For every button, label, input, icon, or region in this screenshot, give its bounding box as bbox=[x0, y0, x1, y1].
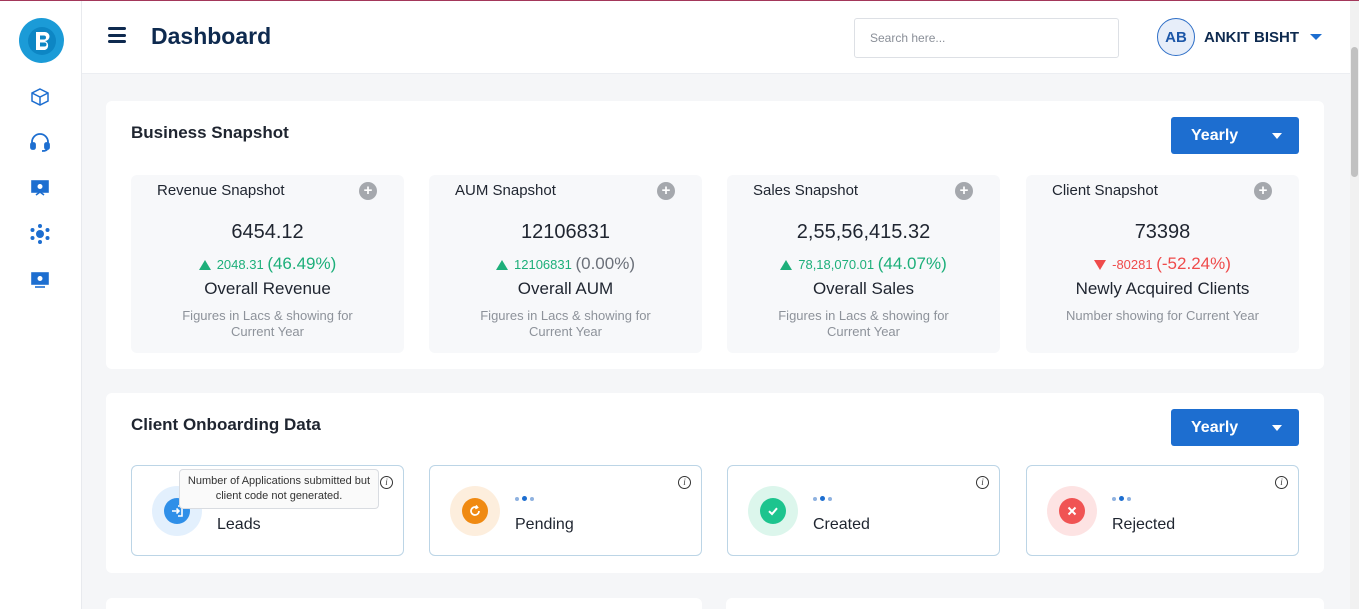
card-value: 6454.12 bbox=[231, 221, 304, 243]
brand-logo[interactable] bbox=[19, 18, 64, 63]
user-menu-chevron-icon[interactable] bbox=[1310, 34, 1322, 40]
arrow-up-icon bbox=[780, 260, 793, 270]
business-snapshot-panel: Business Snapshot Yearly Revenue Snapsho… bbox=[106, 101, 1324, 369]
plus-icon[interactable]: + bbox=[1254, 182, 1272, 200]
arrow-down-icon bbox=[1094, 260, 1107, 270]
plus-icon[interactable]: + bbox=[359, 182, 377, 200]
card-change: 12106831 (0.00%) bbox=[429, 254, 702, 274]
top-bar: Dashboard AB ANKIT BISHT bbox=[82, 1, 1350, 74]
sales-snapshot-card: Sales Snapshot + 2,55,56,415.32 78,18,07… bbox=[727, 175, 1000, 353]
tooltip: Number of Applications submitted but cli… bbox=[179, 469, 379, 509]
avatar[interactable]: AB bbox=[1157, 18, 1195, 56]
client-snapshot-card: Client Snapshot + 73398 -80281 (-52.24%)… bbox=[1026, 175, 1299, 353]
card-label: Rejected bbox=[1112, 516, 1176, 533]
menu-toggle-icon[interactable] bbox=[108, 27, 126, 43]
caret-down-icon bbox=[1272, 133, 1282, 139]
card-title: Sales Snapshot bbox=[753, 182, 859, 199]
loading-dots bbox=[813, 496, 832, 501]
user-name[interactable]: ANKIT BISHT bbox=[1204, 29, 1299, 46]
card-title: AUM Snapshot bbox=[455, 182, 556, 199]
pending-card[interactable]: Pending i bbox=[429, 465, 702, 556]
period-dropdown[interactable]: Yearly bbox=[1171, 117, 1299, 154]
created-card[interactable]: Created i bbox=[727, 465, 1000, 556]
change-percent: (0.00%) bbox=[575, 254, 635, 273]
client-onboarding-panel: Client Onboarding Data Yearly Leads i Nu… bbox=[106, 393, 1324, 573]
card-label: Newly Acquired Clients bbox=[1075, 279, 1250, 298]
change-percent: (-52.24%) bbox=[1156, 254, 1231, 273]
card-change: 78,18,070.01 (44.07%) bbox=[727, 254, 1000, 274]
refresh-icon bbox=[462, 498, 488, 524]
cube-icon[interactable] bbox=[29, 86, 51, 108]
card-change: 2048.31 (46.49%) bbox=[131, 254, 404, 274]
change-percent: (44.07%) bbox=[877, 254, 947, 273]
leads-card[interactable]: Leads i Number of Applications submitted… bbox=[131, 465, 404, 556]
search-input[interactable] bbox=[854, 18, 1119, 58]
card-label: Created bbox=[813, 516, 870, 533]
aum-snapshot-card: AUM Snapshot + 12106831 12106831 (0.00%)… bbox=[429, 175, 702, 353]
presentation-icon[interactable] bbox=[29, 177, 51, 199]
card-note: Figures in Lacs & showing for Current Ye… bbox=[480, 308, 651, 339]
caret-down-icon bbox=[1272, 425, 1282, 431]
scrollbar[interactable] bbox=[1350, 1, 1359, 609]
section-title: Business Snapshot bbox=[131, 123, 289, 142]
card-value: 2,55,56,415.32 bbox=[796, 221, 931, 243]
change-amount: 78,18,070.01 bbox=[798, 257, 875, 272]
logo-mark-icon bbox=[27, 26, 56, 55]
card-title: Client Snapshot bbox=[1052, 182, 1158, 199]
card-label: Overall AUM bbox=[517, 279, 614, 298]
card-note: Number showing for Current Year bbox=[1066, 308, 1259, 323]
monitor-icon[interactable] bbox=[29, 269, 51, 291]
card-title: Revenue Snapshot bbox=[157, 182, 285, 199]
period-dropdown[interactable]: Yearly bbox=[1171, 409, 1299, 446]
created-icon-circle bbox=[748, 486, 798, 536]
check-icon bbox=[760, 498, 786, 524]
plus-icon[interactable]: + bbox=[955, 182, 973, 200]
bottom-panel-right bbox=[726, 598, 1324, 609]
card-value: 12106831 bbox=[521, 221, 610, 243]
rejected-card[interactable]: Rejected i bbox=[1026, 465, 1299, 556]
arrow-up-icon bbox=[198, 260, 211, 270]
loading-dots bbox=[1112, 496, 1131, 501]
card-label: Overall Sales bbox=[812, 279, 915, 298]
card-value: 73398 bbox=[1134, 221, 1191, 243]
change-amount: 12106831 bbox=[514, 257, 572, 272]
change-percent: (46.49%) bbox=[267, 254, 337, 273]
info-icon[interactable]: i bbox=[976, 476, 989, 489]
period-dropdown-label: Yearly bbox=[1191, 418, 1239, 436]
card-change: -80281 (-52.24%) bbox=[1026, 254, 1299, 274]
card-label: Overall Revenue bbox=[204, 279, 331, 298]
change-amount: 2048.31 bbox=[216, 257, 264, 272]
arrow-up-icon bbox=[496, 260, 508, 270]
rejected-icon-circle bbox=[1047, 486, 1097, 536]
headset-icon[interactable] bbox=[29, 131, 51, 153]
info-icon[interactable]: i bbox=[1275, 476, 1288, 489]
card-label: Leads bbox=[217, 516, 261, 533]
info-icon[interactable]: i bbox=[380, 476, 393, 489]
pending-icon-circle bbox=[450, 486, 500, 536]
card-label: Pending bbox=[515, 516, 574, 533]
section-title: Client Onboarding Data bbox=[131, 415, 321, 434]
revenue-snapshot-card: Revenue Snapshot + 6454.12 2048.31 (46.4… bbox=[131, 175, 404, 353]
change-amount: -80281 bbox=[1112, 257, 1153, 272]
card-note: Figures in Lacs & showing for Current Ye… bbox=[778, 308, 949, 339]
close-icon bbox=[1059, 498, 1085, 524]
network-icon[interactable] bbox=[29, 223, 51, 245]
period-dropdown-label: Yearly bbox=[1191, 126, 1239, 144]
scrollbar-thumb[interactable] bbox=[1351, 47, 1358, 177]
sidebar bbox=[0, 1, 82, 609]
loading-dots bbox=[515, 496, 534, 501]
bottom-panel-left bbox=[106, 598, 702, 609]
page-title: Dashboard bbox=[151, 23, 272, 49]
card-note: Figures in Lacs & showing for Current Ye… bbox=[182, 308, 353, 339]
info-icon[interactable]: i bbox=[678, 476, 691, 489]
plus-icon[interactable]: + bbox=[657, 182, 675, 200]
